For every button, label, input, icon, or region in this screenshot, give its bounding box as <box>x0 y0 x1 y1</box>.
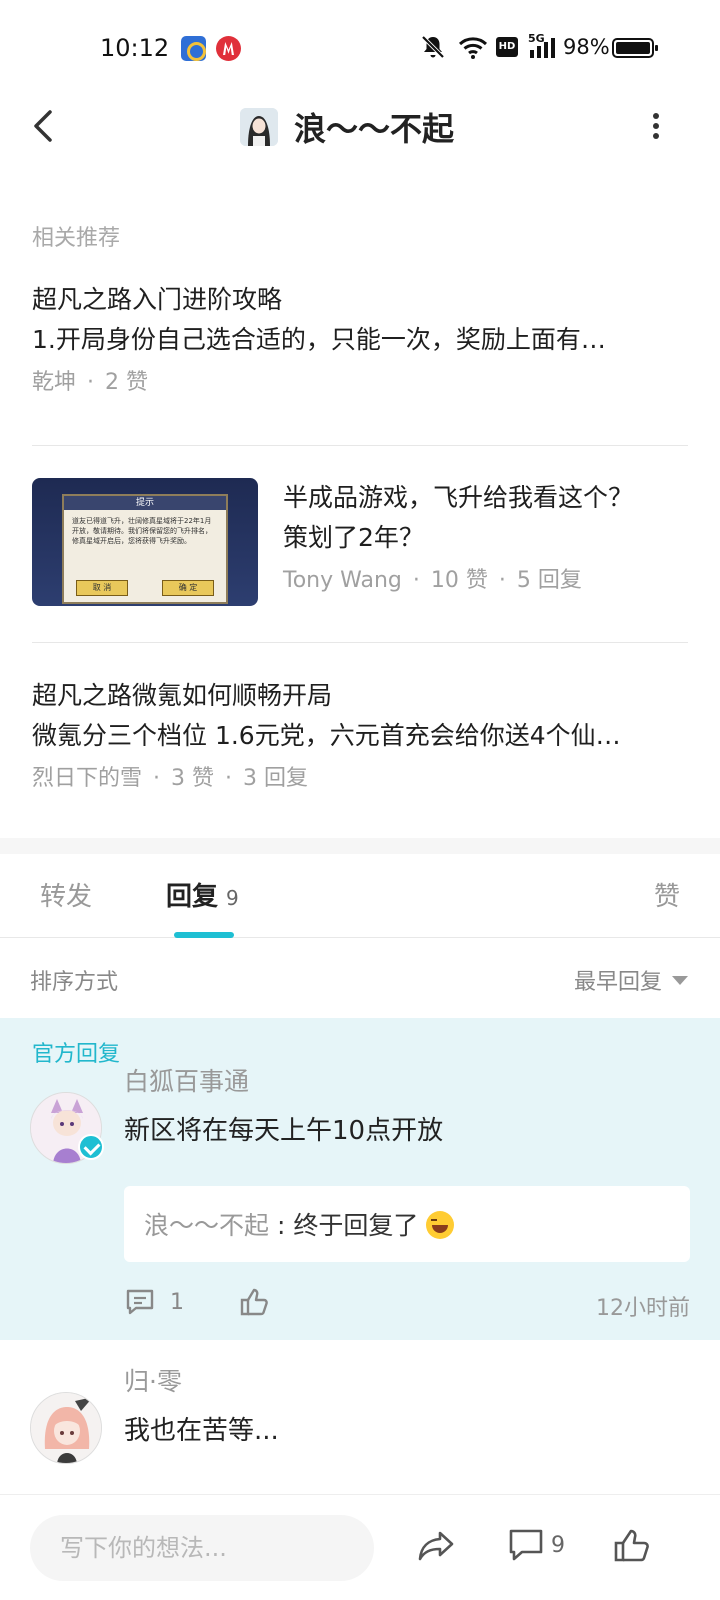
related-post-meta: Tony Wang · 10 赞 · 5 回复 <box>283 562 688 600</box>
thumbnail-dialog-text: 道友已得道飞升，壮阔修真星域将于22年1月开放，敬请期待。我们将保留您的飞升排名… <box>72 517 212 545</box>
divider <box>32 445 688 446</box>
thumbs-up-icon[interactable] <box>612 1525 652 1565</box>
comment-input[interactable] <box>30 1515 374 1581</box>
comment-actions: 1 12小时前 <box>124 1282 690 1322</box>
comment-text: 新区将在每天上午10点开放 <box>124 1116 444 1146</box>
thumbs-up-icon[interactable] <box>238 1286 270 1318</box>
comment-username[interactable]: 归·零 <box>124 1362 182 1398</box>
more-vertical-icon[interactable] <box>644 104 668 148</box>
bottom-action-bar: 9 <box>0 1494 720 1600</box>
quoted-username: 浪～～不起 <box>144 1211 270 1240</box>
related-post-1[interactable]: 超凡之路入门进阶攻略 1.开局身份自己选合适的，只能一次，奖励上面有… 乾坤 ·… <box>32 280 688 402</box>
related-post-3[interactable]: 超凡之路微氪如何顺畅开局 微氪分三个档位 1.6元党，六元首充会给你送4个仙… … <box>32 676 688 798</box>
thumbnail-dialog-title: 提示 <box>64 496 226 510</box>
post-author: Tony Wang <box>283 568 402 593</box>
quoted-content: 终于回复了 <box>293 1211 419 1240</box>
avatar[interactable] <box>30 1392 102 1464</box>
app-notification-icon <box>181 36 206 61</box>
post-likes: 10 赞 <box>430 568 488 593</box>
wifi-icon <box>458 37 488 59</box>
thumbnail-cancel: 取 消 <box>76 580 128 596</box>
post-likes: 2 赞 <box>105 370 149 395</box>
laugh-emoji-icon <box>426 1211 455 1239</box>
related-post-excerpt: 1.开局身份自己选合适的，只能一次，奖励上面有… <box>32 325 606 354</box>
post-replies: 5 回复 <box>516 568 582 593</box>
back-arrow-icon[interactable] <box>24 104 64 148</box>
related-post-2[interactable]: 半成品游戏，飞升给我看这个？ 策划了2年？ Tony Wang · 10 赞 ·… <box>283 478 688 600</box>
thumbnail-dialog: 提示 道友已得道飞升，壮阔修真星域将于22年1月开放，敬请期待。我们将保留您的飞… <box>62 494 228 604</box>
quote-separator: : <box>276 1211 286 1240</box>
related-post-thumbnail[interactable]: 提示 道友已得道飞升，壮阔修真星域将于22年1月开放，敬请期待。我们将保留您的飞… <box>32 478 258 606</box>
tab-reply-label: 回复 <box>166 882 219 912</box>
related-post-meta: 乾坤 · 2 赞 <box>32 364 688 402</box>
tab-like[interactable]: 赞 <box>654 876 680 913</box>
sort-dropdown[interactable]: 最早回复 <box>574 964 662 996</box>
status-time: 10:12 <box>100 34 170 62</box>
separator-dot: · <box>87 370 95 395</box>
comment-text: 我也在苦等... <box>124 1416 279 1446</box>
related-post-title-line2: 策划了2年？ <box>283 523 424 552</box>
post-likes: 3 赞 <box>171 766 215 791</box>
author-avatar[interactable] <box>240 108 278 146</box>
sort-bar: 排序方式 最早回复 <box>0 940 720 1018</box>
related-post-title: 超凡之路入门进阶攻略 <box>32 285 283 314</box>
related-post-title: 超凡之路微氪如何顺畅开局 <box>32 681 333 710</box>
related-post-title-line1: 半成品游戏，飞升给我看这个？ <box>283 483 634 512</box>
official-reply-card: 官方回复 白狐百事通 新区将在每天上午10点开放 浪～～不起 : 终于回复了 1 <box>0 1018 720 1340</box>
signal-icon <box>530 38 555 58</box>
active-tab-indicator <box>174 932 234 938</box>
comment-item: 归·零 我也在苦等... <box>0 1340 720 1490</box>
battery-icon <box>612 38 658 58</box>
top-nav-bar: 浪～～不起 <box>0 96 720 158</box>
status-bar: 10:12 HD 5G 98% <box>0 0 720 96</box>
separator-dot: · <box>153 766 161 791</box>
separator-dot: · <box>498 568 506 593</box>
quoted-reply[interactable]: 浪～～不起 : 终于回复了 <box>124 1186 690 1262</box>
tab-forward[interactable]: 转发 <box>40 876 92 913</box>
thumbnail-confirm: 确 定 <box>162 580 214 596</box>
battery-percent: 98% <box>563 35 610 59</box>
quoted-reply-text: 浪～～不起 : 终于回复了 <box>144 1206 455 1242</box>
post-author: 烈日下的雪 <box>32 766 143 791</box>
dropdown-caret-icon[interactable] <box>672 976 688 985</box>
page-title: 浪～～不起 <box>294 110 455 148</box>
mute-bell-icon <box>421 35 445 59</box>
related-post-meta: 烈日下的雪 · 3 赞 · 3 回复 <box>32 760 688 798</box>
share-icon[interactable] <box>416 1525 456 1565</box>
reply-count: 1 <box>170 1290 184 1315</box>
separator-dot: · <box>412 568 420 593</box>
hd-badge: HD <box>496 37 518 57</box>
tab-reply[interactable]: 回复 9 <box>166 876 239 913</box>
comment-username[interactable]: 白狐百事通 <box>124 1062 249 1098</box>
related-post-excerpt: 微氪分三个档位 1.6元党，六元首充会给你送4个仙… <box>32 721 621 750</box>
official-reply-label: 官方回复 <box>32 1042 121 1067</box>
tab-bar: 转发 回复 9 赞 <box>0 854 720 938</box>
comment-timestamp: 12小时前 <box>596 1296 690 1321</box>
divider <box>32 642 688 643</box>
related-section-label: 相关推荐 <box>32 226 121 251</box>
comment-count: 9 <box>551 1533 565 1558</box>
sort-label: 排序方式 <box>30 970 119 995</box>
post-replies: 3 回复 <box>243 766 309 791</box>
section-gap <box>0 838 720 854</box>
tab-reply-count: 9 <box>226 886 239 910</box>
comment-icon[interactable] <box>124 1286 156 1318</box>
comment-icon[interactable] <box>506 1525 546 1565</box>
verified-badge-icon <box>78 1134 104 1160</box>
post-author: 乾坤 <box>32 370 77 395</box>
separator-dot: · <box>225 766 233 791</box>
app-notification-icon-2 <box>216 36 241 61</box>
